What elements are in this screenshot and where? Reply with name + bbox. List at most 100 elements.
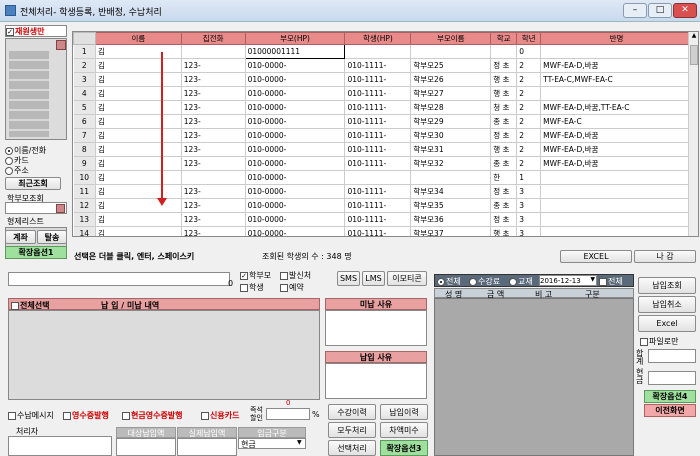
sms-button[interactable]: SMS <box>337 271 360 286</box>
cell-student-hp[interactable]: 010-1111- <box>344 184 412 199</box>
cell-home-phone[interactable]: 123- <box>181 212 246 227</box>
cell-name[interactable]: 김 <box>95 226 182 236</box>
cell-student-hp[interactable]: 010-1111- <box>344 128 412 143</box>
cell-student-hp[interactable] <box>344 170 412 185</box>
payment-history-list[interactable] <box>8 310 320 400</box>
cell-school[interactable]: 종 초 <box>490 114 518 129</box>
close-button[interactable]: ✕ <box>673 3 697 18</box>
chk-student[interactable]: 학생 <box>240 282 264 293</box>
payment-history-button[interactable]: 납입이력 <box>380 404 428 420</box>
cell-parent-hp[interactable]: 010-0000- <box>245 142 346 157</box>
row-number[interactable]: 2 <box>73 58 96 73</box>
search-icon[interactable] <box>56 40 66 50</box>
table-row[interactable]: 10 김 010-0000- 한 1 <box>73 170 693 185</box>
cell-school[interactable]: 정 초 <box>490 58 518 73</box>
student-grid[interactable]: 이름 집전화 부모(HP) 학생(HP) 부모이름 학교 학년 반명 1 김 010… <box>72 31 699 237</box>
cell-parent-name[interactable]: 학부모26 <box>410 72 492 87</box>
chevron-down-icon[interactable]: ▼ <box>297 439 302 446</box>
cell-student-hp[interactable]: 010-1111- <box>344 100 412 115</box>
cell-parent-name[interactable]: 학부모25 <box>410 58 492 73</box>
cell-name[interactable]: 김 <box>95 100 182 115</box>
cell-school[interactable]: 행 초 <box>490 72 518 87</box>
cell-home-phone[interactable] <box>181 170 246 185</box>
cell-parent-hp[interactable]: 010-0000- <box>245 114 346 129</box>
cell-student-hp[interactable]: 010-1111- <box>344 156 412 171</box>
date-select[interactable]: 2016-12-13 ▼ <box>539 275 597 286</box>
payment-message-checkbox[interactable]: 수납메시지 <box>8 410 54 421</box>
cell-school[interactable]: 청 초 <box>490 100 518 115</box>
table-row[interactable]: 14 김 123- 010-0000- 010-1111- 학부모37 행 초3 <box>73 226 693 236</box>
excel-export-button[interactable]: EXCEL <box>560 250 632 263</box>
cell-student-hp[interactable]: 010-1111- <box>344 72 412 87</box>
cell-class[interactable]: MWF-EA-D,바꿈 <box>540 142 693 157</box>
header-parent-hp[interactable]: 부모(HP) <box>244 32 346 45</box>
cell-parent-hp[interactable]: 010-0000- <box>245 86 346 101</box>
cell-parent-hp[interactable]: 010-0000- <box>245 170 346 185</box>
cell-grade[interactable]: 3 <box>516 184 542 199</box>
processor-input[interactable] <box>8 436 112 456</box>
cell-grade[interactable]: 3 <box>516 212 542 227</box>
cell-grade[interactable]: 1 <box>516 170 542 185</box>
cell-school[interactable]: 종 초 <box>490 198 518 213</box>
cell-name[interactable]: 김 <box>95 170 182 185</box>
cell-home-phone[interactable]: 123- <box>181 114 246 129</box>
cell-class[interactable]: MWF-EA-C <box>540 114 693 129</box>
row-number[interactable]: 12 <box>73 198 96 213</box>
row-number[interactable]: 11 <box>73 184 96 199</box>
tuition-history-button[interactable]: 수강이력 <box>328 404 376 420</box>
cell-school[interactable]: 행 초 <box>490 142 518 157</box>
table-row[interactable]: 1 김 01000001111 0 <box>73 44 693 59</box>
cell-student-hp[interactable]: 010-1111- <box>344 198 412 213</box>
table-row[interactable]: 8 김 123- 010-0000- 010-1111- 학부모31 행 초 2 MWF-EA-… <box>73 142 693 157</box>
radio-all[interactable]: 전체 <box>437 276 461 287</box>
scroll-up-icon[interactable]: ▲ <box>689 32 698 43</box>
row-number[interactable]: 8 <box>73 142 96 157</box>
grid-vertical-scrollbar[interactable]: ▲ <box>688 32 698 236</box>
cell-class[interactable] <box>540 226 693 236</box>
cell-parent-hp[interactable]: 010-0000- <box>245 212 346 227</box>
cell-class[interactable]: MWF-EA-D,바꿈 <box>540 156 693 171</box>
cell-class[interactable]: TT-EA-C,MWF-EA-C <box>540 72 693 87</box>
table-row[interactable]: 2 김 123- 010-0000- 010-1111- 학부모25 정 초 2 MWF-EA-… <box>73 58 693 73</box>
cell-school[interactable]: 정 초 <box>490 212 518 227</box>
cell-parent-name[interactable]: 학부모31 <box>410 142 492 157</box>
cell-home-phone[interactable]: 123- <box>181 72 246 87</box>
cell-school[interactable]: 정 초 <box>490 128 518 143</box>
cell-name[interactable]: 김 <box>95 86 182 101</box>
cell-parent-hp[interactable]: 010-0000- <box>245 198 346 213</box>
cell-class[interactable] <box>540 44 693 59</box>
cash-receipt-checkbox[interactable]: 현금영수증발행 <box>122 410 183 421</box>
cell-class[interactable] <box>540 198 693 213</box>
withdraw-button[interactable]: 탈송 <box>37 230 67 244</box>
cell-home-phone[interactable]: 123- <box>181 58 246 73</box>
chk-all-dates[interactable]: 전체 <box>599 276 623 287</box>
cell-name[interactable]: 김 <box>95 198 182 213</box>
balance-unpaid-button[interactable]: 차액미수 <box>380 422 428 438</box>
cell-grade[interactable]: 2 <box>516 58 542 73</box>
cell-parent-name[interactable] <box>410 170 492 185</box>
excel-button[interactable]: Excel <box>638 315 696 332</box>
search-list[interactable] <box>5 38 67 140</box>
cell-home-phone[interactable]: 123- <box>181 226 246 236</box>
cell-name[interactable]: 김 <box>95 156 182 171</box>
extension-option1-button[interactable]: 확장옵션1 <box>5 246 67 259</box>
header-home-phone[interactable]: 집전화 <box>180 32 246 45</box>
process-selected-button[interactable]: 선택처리 <box>328 440 376 456</box>
deposit-type-select[interactable]: 현금 ▼ <box>238 438 306 449</box>
cell-student-hp[interactable]: 010-1111- <box>344 86 412 101</box>
cell-student-hp[interactable]: 010-1111- <box>344 58 412 73</box>
cell-school[interactable]: 행 초 <box>490 86 518 101</box>
cell-class[interactable] <box>540 170 693 185</box>
cell-name[interactable]: 김 <box>95 128 182 143</box>
paid-reason-input[interactable] <box>325 363 427 399</box>
cell-home-phone[interactable]: 123- <box>181 156 246 171</box>
header-grade[interactable]: 학년 <box>516 32 542 45</box>
table-row[interactable]: 13 김 123- 010-0000- 010-1111- 학부모36 정 초3 <box>73 212 693 227</box>
magnifier-icon[interactable] <box>56 204 65 213</box>
header-class[interactable]: 반명 <box>540 32 693 45</box>
row-number[interactable]: 10 <box>73 170 96 185</box>
target-amount-cell[interactable] <box>116 438 176 456</box>
table-row[interactable]: 6 김 123- 010-0000- 010-1111- 학부모29 종 초 2 MWF-EA-… <box>73 114 693 129</box>
header-name[interactable]: 이름 <box>94 32 182 45</box>
cell-student-hp[interactable]: 010-1111- <box>344 114 412 129</box>
